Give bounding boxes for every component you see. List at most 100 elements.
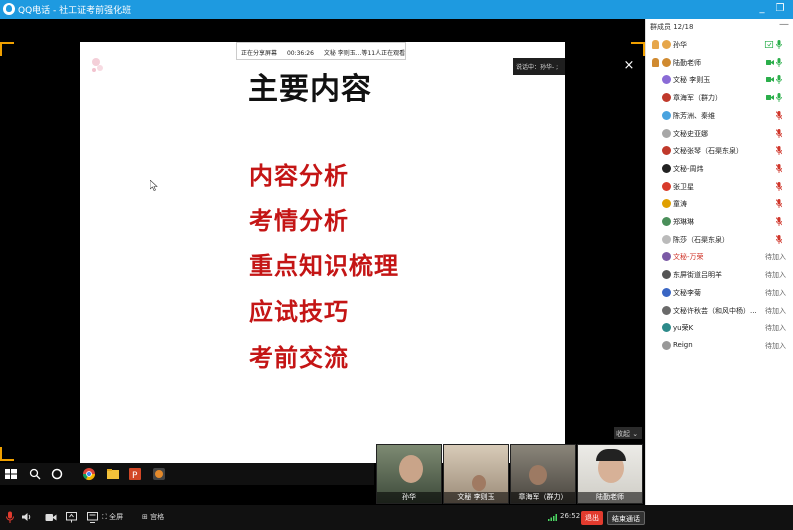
member-row[interactable]: 文秘李菊 待加入 bbox=[646, 284, 793, 302]
member-name: 文秘-周炜 bbox=[673, 164, 704, 173]
qq-call-logo-icon bbox=[3, 3, 15, 15]
share-timer: 00:36:26 bbox=[286, 50, 314, 57]
member-row[interactable]: 陆勤老师 bbox=[646, 54, 793, 72]
mic-muted-icon bbox=[776, 163, 782, 173]
member-status: 待加入 bbox=[765, 324, 786, 333]
mic-muted-icon bbox=[776, 128, 782, 138]
minimize-button[interactable]: _ bbox=[755, 2, 769, 16]
member-row[interactable]: 章海军（群力） bbox=[646, 89, 793, 107]
avatar bbox=[662, 57, 671, 67]
member-name: 章海军（群力） bbox=[673, 94, 722, 103]
video-camera-icon bbox=[766, 59, 774, 65]
video-thumbnails: 孙华 文秘 李则玉 章海军（群力） 陆勤老师 bbox=[376, 444, 645, 504]
app-icon bbox=[153, 468, 165, 480]
avatar bbox=[662, 199, 671, 209]
member-name: 陈莎（石渠东泉） bbox=[673, 235, 729, 244]
member-name: 郑琳琳 bbox=[673, 218, 694, 226]
video-camera-icon bbox=[766, 95, 774, 101]
member-row[interactable]: 文秘-万荣 待加入 bbox=[646, 248, 793, 266]
screen-share-status-bar: 正在分享屏幕 00:36:26 文秘 李则玉...等11人正在观看 bbox=[236, 42, 406, 60]
member-status: 待加入 bbox=[765, 341, 786, 350]
avatar bbox=[662, 75, 671, 85]
fullscreen-label: 全屏 bbox=[109, 513, 124, 521]
mic-on-icon bbox=[776, 57, 782, 67]
fullscreen-button[interactable]: ⛶ 全屏 bbox=[102, 512, 123, 522]
member-name: 文秘张琴（石渠东泉） bbox=[673, 147, 743, 156]
mic-muted-icon bbox=[776, 181, 782, 191]
avatar bbox=[662, 93, 671, 103]
close-share-button[interactable]: × bbox=[622, 58, 636, 74]
slide-decoration-icon bbox=[92, 58, 103, 72]
avatar bbox=[662, 217, 671, 226]
mic-muted-icon bbox=[776, 234, 782, 244]
avatar bbox=[662, 340, 671, 350]
speaker-icon[interactable] bbox=[21, 512, 32, 522]
member-row[interactable]: 文秘张琴（石渠东泉） bbox=[646, 142, 793, 160]
member-row[interactable]: 文秘 李则玉 bbox=[646, 71, 793, 89]
collapse-label: 收起 bbox=[616, 430, 630, 438]
call-control-bar: ⛶ 全屏 ⊞ 宫格 26:52 退出 结束通话 bbox=[0, 505, 793, 530]
slide-item: 重点知识梳理 bbox=[249, 252, 399, 280]
title-bar: QQ电话 - 社工证考前强化班 _ ❐ bbox=[0, 0, 793, 19]
person-face bbox=[399, 455, 423, 483]
video-thumb[interactable]: 陆勤老师 bbox=[577, 444, 643, 504]
search-icon bbox=[29, 468, 41, 480]
avatar bbox=[662, 323, 671, 333]
person-hair bbox=[596, 449, 626, 461]
member-row[interactable]: 郑琳琳 bbox=[646, 213, 793, 231]
end-call-button[interactable]: 结束通话 bbox=[607, 511, 645, 525]
video-thumb[interactable]: 孙华 bbox=[376, 444, 442, 504]
screen-share-icon[interactable] bbox=[66, 512, 77, 523]
member-row[interactable]: Reign 待加入 bbox=[646, 337, 793, 355]
member-row[interactable]: 童涛 bbox=[646, 195, 793, 213]
mic-on-icon bbox=[776, 75, 782, 85]
grid-view-button[interactable]: ⊞ 宫格 bbox=[142, 512, 164, 522]
avatar bbox=[662, 181, 671, 191]
collapse-panel-button[interactable]: — bbox=[779, 19, 789, 30]
signal-strength-icon bbox=[548, 514, 557, 521]
member-status: 待加入 bbox=[765, 271, 786, 280]
mouse-cursor-icon bbox=[150, 180, 158, 191]
video-thumb-name: 章海军（群力） bbox=[511, 492, 575, 503]
microphone-muted-icon[interactable] bbox=[5, 511, 15, 524]
svg-text:P: P bbox=[132, 471, 138, 481]
member-status: 待加入 bbox=[765, 253, 786, 262]
screen-share-active-icon bbox=[764, 41, 774, 48]
video-thumb[interactable]: 文秘 李则玉 bbox=[443, 444, 509, 504]
restore-button[interactable]: ❐ bbox=[773, 2, 787, 16]
member-name: 童涛 bbox=[673, 200, 687, 209]
member-row[interactable]: 文秘史亚娜 bbox=[646, 125, 793, 143]
chevron-down-icon: ⌄ bbox=[632, 430, 639, 438]
avatar bbox=[662, 146, 671, 156]
member-row[interactable]: 文秘-周炜 bbox=[646, 160, 793, 178]
member-status: 待加入 bbox=[765, 288, 786, 297]
member-row[interactable]: 陈芳洲、秦维 bbox=[646, 107, 793, 125]
slide-item: 应试技巧 bbox=[249, 298, 349, 326]
member-name: Reign bbox=[673, 340, 693, 349]
member-row[interactable]: yu荣K 待加入 bbox=[646, 319, 793, 337]
camera-icon[interactable] bbox=[45, 513, 57, 522]
member-name: 文秘史亚娜 bbox=[673, 129, 708, 138]
user-profile-icon bbox=[652, 57, 659, 67]
call-duration: 26:52 bbox=[560, 512, 581, 520]
video-thumb[interactable]: 章海军（群力） bbox=[510, 444, 576, 504]
window-title: QQ电话 - 社工证考前强化班 bbox=[18, 6, 132, 16]
avatar bbox=[662, 163, 671, 173]
member-row[interactable]: 张卫星 bbox=[646, 178, 793, 196]
mic-muted-icon bbox=[776, 146, 782, 156]
video-thumb-name: 陆勤老师 bbox=[578, 492, 642, 503]
member-row[interactable]: 陈莎（石渠东泉） bbox=[646, 231, 793, 249]
avatar bbox=[662, 128, 671, 138]
collapse-button[interactable]: 收起 ⌄ bbox=[614, 427, 642, 439]
member-name: 孙华 bbox=[673, 41, 687, 49]
frame-corner bbox=[0, 447, 14, 461]
whiteboard-icon[interactable] bbox=[87, 512, 98, 523]
member-row[interactable]: 东屏街道吕明羊 待加入 bbox=[646, 266, 793, 284]
member-row[interactable]: 文秘许秋芸（和风中杨）... 待加入 bbox=[646, 302, 793, 320]
powerpoint-icon: P bbox=[129, 468, 141, 481]
member-row[interactable]: 孙华 bbox=[646, 36, 793, 54]
leave-call-button[interactable]: 退出 bbox=[581, 511, 603, 525]
file-explorer-icon bbox=[107, 469, 119, 479]
mic-on-icon bbox=[776, 40, 782, 49]
member-count-header: 群成员 12/18 bbox=[650, 23, 694, 31]
